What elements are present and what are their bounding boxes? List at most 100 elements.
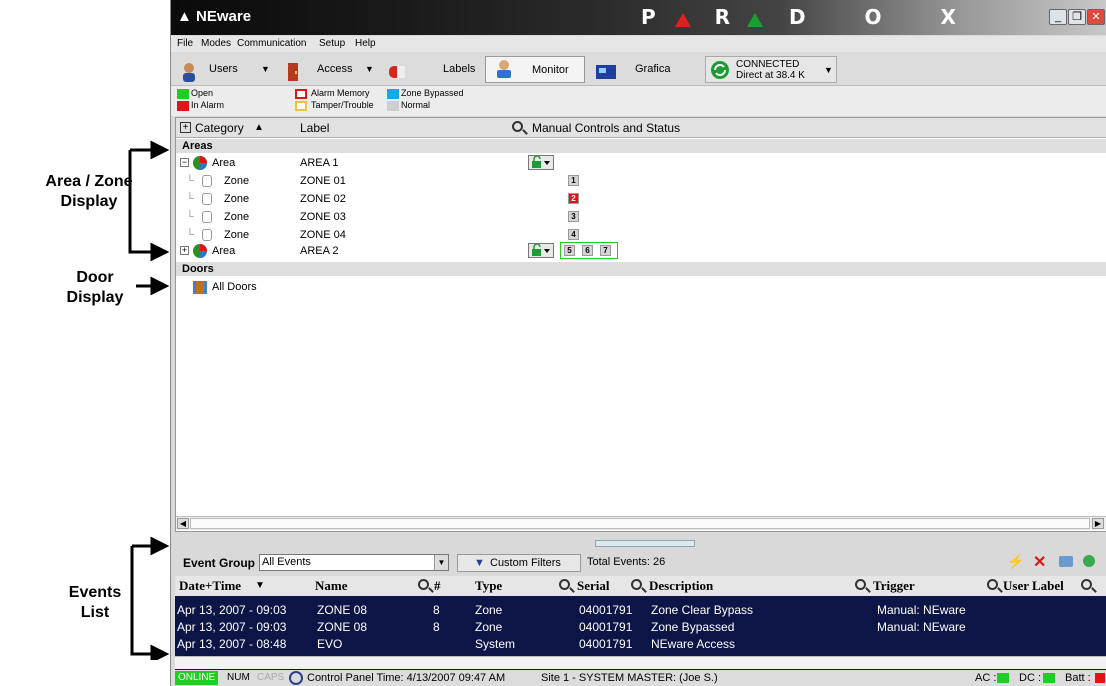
column-datetime[interactable]: Date+Time: [179, 576, 241, 596]
total-events: Total Events: 26: [587, 556, 666, 568]
zone-label: ZONE 03: [300, 211, 346, 223]
restore-button[interactable]: ❐: [1068, 9, 1086, 25]
legend-tamper: Tamper/Trouble: [311, 100, 374, 110]
zone-status-badge[interactable]: 3: [568, 211, 579, 222]
zone-status-badge[interactable]: 5: [564, 245, 575, 256]
events-horizontal-scrollbar[interactable]: [175, 656, 1106, 669]
column-user-label[interactable]: User Label: [1003, 576, 1064, 596]
zone-status-badge[interactable]: 7: [600, 245, 611, 256]
event-row[interactable]: Apr 13, 2007 - 09:03 ZONE 08 8 Zone 0400…: [175, 619, 1095, 635]
expand-icon[interactable]: +: [180, 246, 189, 255]
splitter-handle[interactable]: [595, 540, 695, 547]
expand-all-icon[interactable]: +: [180, 122, 191, 133]
column-type[interactable]: Type: [475, 576, 502, 596]
zone-status-badge[interactable]: 6: [582, 245, 593, 256]
legend-alarm-memory: Alarm Memory: [311, 88, 370, 98]
area-label: AREA 1: [300, 157, 339, 169]
search-icon[interactable]: [1081, 579, 1092, 590]
zone-status-badge[interactable]: 1: [568, 175, 579, 186]
monitor-icon: [494, 59, 511, 79]
zone-icon: [202, 193, 212, 205]
area-arm-dropdown[interactable]: [528, 155, 554, 170]
minimize-button[interactable]: _: [1049, 9, 1067, 25]
zone-category: Zone: [224, 175, 250, 187]
logo-triangle-red: [675, 13, 691, 27]
access-button[interactable]: Access ▼: [279, 56, 375, 83]
search-icon[interactable]: [418, 579, 429, 590]
tree-connector-icon: └: [186, 193, 194, 205]
search-icon[interactable]: [855, 579, 866, 590]
chevron-down-icon[interactable]: ▼: [434, 555, 448, 570]
logo-triangle-green: [747, 13, 763, 27]
clock-icon: [289, 671, 303, 685]
pane-splitter[interactable]: [175, 532, 1106, 550]
refresh-icon[interactable]: [1083, 555, 1095, 567]
column-trigger[interactable]: Trigger: [873, 576, 915, 596]
zone-row[interactable]: └ Zone ZONE 01 1: [176, 172, 1106, 190]
lightning-icon[interactable]: ⚡: [1007, 553, 1024, 570]
event-group-value: All Events: [262, 556, 311, 568]
annotation-arrows: [128, 140, 170, 660]
ac-indicator: [997, 673, 1009, 683]
area-arm-dropdown[interactable]: [528, 243, 554, 258]
column-serial[interactable]: Serial: [577, 576, 610, 596]
chevron-down-icon: ▼: [365, 64, 374, 74]
print-icon[interactable]: [1059, 556, 1073, 567]
zone-status-badge-alarm[interactable]: 2: [568, 193, 579, 204]
column-label[interactable]: Label: [300, 118, 329, 138]
search-icon[interactable]: [512, 121, 523, 132]
section-areas: Areas: [176, 139, 1106, 153]
column-description[interactable]: Description: [649, 576, 713, 596]
search-icon[interactable]: [559, 579, 570, 590]
column-controls[interactable]: Manual Controls and Status: [532, 118, 680, 138]
custom-filters-button[interactable]: ▼ Custom Filters: [457, 554, 581, 572]
delete-icon[interactable]: ✕: [1033, 552, 1046, 572]
horizontal-scrollbar[interactable]: ◀ ▶: [176, 516, 1106, 530]
menu-modes[interactable]: Modes: [201, 38, 231, 49]
custom-filters-label: Custom Filters: [490, 557, 561, 569]
grafica-button[interactable]: Grafica: [589, 56, 689, 83]
menu-setup[interactable]: Setup: [319, 38, 345, 49]
monitor-label: Monitor: [532, 64, 569, 76]
event-datetime: Apr 13, 2007 - 09:03: [177, 620, 287, 634]
area-row[interactable]: + Area AREA 2 5 6 7: [176, 242, 1106, 260]
event-trigger: Manual: NEware: [877, 620, 966, 634]
event-row[interactable]: Apr 13, 2007 - 09:03 ZONE 08 8 Zone 0400…: [175, 602, 1095, 618]
event-row[interactable]: Apr 13, 2007 - 08:48 EVO System 04001791…: [175, 636, 1095, 652]
legend-normal: Normal: [401, 100, 431, 110]
chevron-down-icon: ▼: [261, 64, 270, 74]
zone-row[interactable]: └ Zone ZONE 03 3: [176, 208, 1106, 226]
zone-row[interactable]: └ Zone ZONE 02 2: [176, 190, 1106, 208]
search-icon[interactable]: [631, 579, 642, 590]
menu-help[interactable]: Help: [355, 38, 376, 49]
event-number: 8: [433, 620, 440, 634]
labels-button[interactable]: Labels: [381, 56, 481, 83]
column-category[interactable]: Category: [195, 118, 244, 138]
search-icon[interactable]: [987, 579, 998, 590]
filter-icon: ▼: [474, 557, 485, 569]
doors-row[interactable]: All Doors: [176, 278, 1106, 296]
scroll-left-icon[interactable]: ◀: [177, 518, 189, 529]
title-bar[interactable]: ▲ NEware P R D O X _ ❐ ✕: [171, 0, 1106, 35]
scroll-thumb[interactable]: [190, 518, 1090, 529]
menu-communication[interactable]: Communication: [237, 38, 306, 49]
scroll-right-icon[interactable]: ▶: [1092, 518, 1104, 529]
zone-status-badge[interactable]: 4: [568, 229, 579, 240]
zone-category: Zone: [224, 193, 250, 205]
zone-label: ZONE 02: [300, 193, 346, 205]
connection-status-button[interactable]: CONNECTED Direct at 38.4 K ▼: [705, 56, 837, 83]
close-button[interactable]: ✕: [1087, 9, 1105, 25]
area-row[interactable]: − Area AREA 1: [176, 154, 1106, 172]
column-name[interactable]: Name: [315, 576, 348, 596]
connection-speed: Direct at 38.4 K: [736, 70, 805, 81]
users-button[interactable]: Users ▼: [175, 56, 275, 83]
collapse-icon[interactable]: −: [180, 158, 189, 167]
grafica-label: Grafica: [635, 63, 671, 75]
menu-file[interactable]: File: [177, 38, 193, 49]
monitor-button[interactable]: Monitor: [485, 56, 585, 83]
user-icon: [181, 62, 197, 82]
column-number[interactable]: #: [434, 576, 441, 596]
event-description: Zone Clear Bypass: [651, 603, 754, 617]
chevron-down-icon: ▼: [824, 65, 833, 75]
event-group-select[interactable]: All Events ▼: [259, 554, 449, 571]
